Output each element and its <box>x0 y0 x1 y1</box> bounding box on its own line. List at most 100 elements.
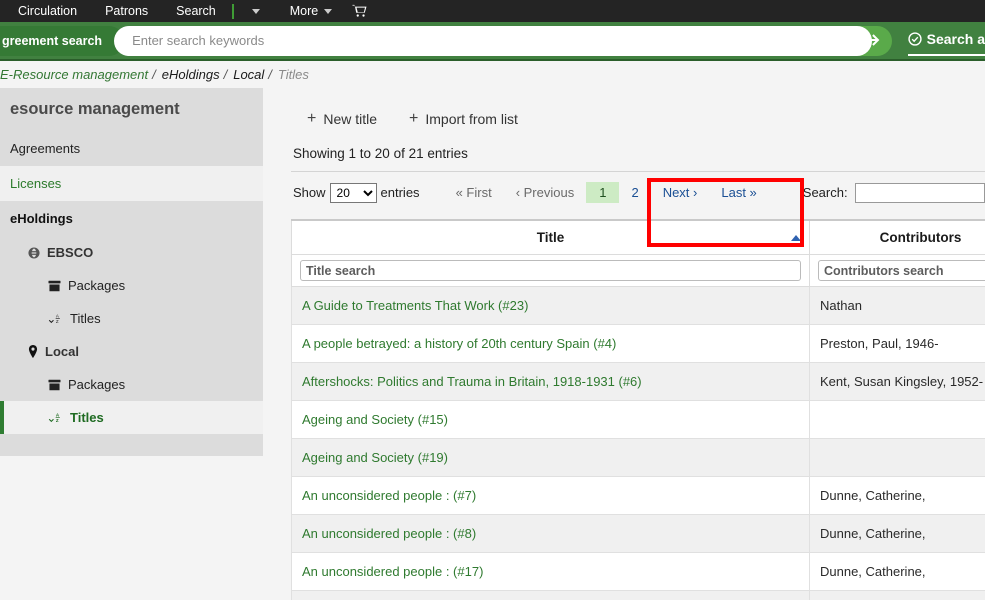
table-row[interactable]: A people betrayed: a history of 20th cen… <box>292 325 985 363</box>
table-row[interactable]: Ageing and Society (#15) <box>292 401 985 439</box>
sidebar-item-label: Packages <box>68 278 125 293</box>
title-link[interactable]: A Guide to Treatments That Work (#23) <box>302 298 528 313</box>
sidebar-item-ebsco-packages[interactable]: Packages <box>0 269 263 302</box>
title-link[interactable]: Ageing and Society (#15) <box>302 412 448 427</box>
sort-ascending-icon <box>791 235 801 241</box>
title-link[interactable]: A people betrayed: a history of 20th cen… <box>302 336 616 351</box>
titles-toolbar: + New title + Import from list <box>291 88 985 144</box>
sidebar-group-local-label: Local <box>45 344 79 359</box>
sidebar-section-top: esource management Agreements <box>0 88 263 166</box>
table-row[interactable]: An unconsidered people : (#20) Dunne, Ca… <box>292 591 985 600</box>
sidebar-section-licenses: Licenses <box>0 166 263 201</box>
breadcrumb-item-eholdings[interactable]: eHoldings <box>162 67 220 82</box>
table-row[interactable]: A Guide to Treatments That Work (#23) Na… <box>292 287 985 325</box>
filter-cell-contributors <box>810 255 985 287</box>
sidebar-item-label: Titles <box>70 410 104 425</box>
plus-icon: + <box>409 111 418 127</box>
page-next[interactable]: Next › <box>651 182 710 203</box>
datatable-search-input[interactable] <box>855 183 985 203</box>
import-from-list-label: Import from list <box>425 111 518 127</box>
sidebar-item-licenses[interactable]: Licenses <box>0 166 263 201</box>
title-link[interactable]: Ageing and Society (#19) <box>302 450 448 465</box>
svg-text:Z: Z <box>56 418 59 423</box>
nav-search[interactable]: Search <box>162 0 230 22</box>
sidebar-group-local[interactable]: Local <box>0 335 263 368</box>
table-row[interactable]: Aftershocks: Politics and Trauma in Brit… <box>292 363 985 401</box>
sidebar-item-label: Titles <box>70 311 101 326</box>
chevron-down-icon <box>252 9 260 14</box>
pagination: « First ‹ Previous 1 2 Next › Last » <box>444 182 769 203</box>
check-circle-icon <box>908 32 922 46</box>
page-1[interactable]: 1 <box>586 182 619 203</box>
column-header-title-label: Title <box>537 230 565 245</box>
sidebar-item-label: Packages <box>68 377 125 392</box>
column-header-title[interactable]: Title <box>292 220 810 255</box>
archive-box-icon <box>48 280 61 292</box>
sort-alpha-down-icon: A Z <box>48 312 63 325</box>
cell-contributors: Dunne, Catherine, <box>810 553 985 591</box>
cell-title: Aftershocks: Politics and Trauma in Brit… <box>292 363 810 401</box>
page-length-control: Show 2050100All entries <box>293 183 420 203</box>
sidebar: esource management Agreements Licenses e… <box>0 88 263 600</box>
filter-cell-title <box>292 255 810 287</box>
cell-contributors: Dunne, Catherine, <box>810 515 985 553</box>
table-filter-row <box>292 255 985 287</box>
cell-title: An unconsidered people : (#20) <box>292 591 810 600</box>
cell-contributors: Preston, Paul, 1946- <box>810 325 985 363</box>
import-from-list-button[interactable]: + Import from list <box>393 103 534 135</box>
sidebar-item-local-titles[interactable]: A Z Titles <box>0 401 263 434</box>
titles-table-body: A Guide to Treatments That Work (#23) Na… <box>292 287 985 600</box>
sidebar-item-local-packages[interactable]: Packages <box>0 368 263 401</box>
contributors-search-input[interactable] <box>818 260 985 281</box>
search-input-wrapper <box>114 26 872 56</box>
breadcrumb-item-local[interactable]: Local <box>233 67 264 82</box>
table-row[interactable]: Ageing and Society (#19) <box>292 439 985 477</box>
breadcrumb-separator: / <box>268 67 272 82</box>
page-previous[interactable]: ‹ Previous <box>504 182 587 203</box>
table-row[interactable]: An unconsidered people : (#7) Dunne, Cat… <box>292 477 985 515</box>
nav-more[interactable]: More <box>276 4 338 18</box>
nav-more-label: More <box>290 4 318 18</box>
title-link[interactable]: An unconsidered people : (#8) <box>302 526 476 541</box>
table-row[interactable]: An unconsidered people : (#8) Dunne, Cat… <box>292 515 985 553</box>
table-row[interactable]: An unconsidered people : (#17) Dunne, Ca… <box>292 553 985 591</box>
nav-dropdown-toggle[interactable] <box>236 9 276 14</box>
top-navigation-bar: Circulation Patrons Search More <box>0 0 985 22</box>
page-first[interactable]: « First <box>444 182 504 203</box>
main-layout: esource management Agreements Licenses e… <box>0 88 985 600</box>
search-input[interactable] <box>114 27 872 55</box>
search-scope-pill[interactable]: greement search <box>0 26 124 56</box>
nav-patrons[interactable]: Patrons <box>91 0 162 22</box>
entries-info: Showing 1 to 20 of 21 entries <box>291 144 985 171</box>
page-2[interactable]: 2 <box>619 182 650 203</box>
cell-contributors <box>810 439 985 477</box>
title-link[interactable]: An unconsidered people : (#7) <box>302 488 476 503</box>
title-search-input[interactable] <box>300 260 801 281</box>
title-link[interactable]: An unconsidered people : (#17) <box>302 564 483 579</box>
search-all-link[interactable]: Search a <box>908 26 985 56</box>
svg-text:Z: Z <box>56 319 59 324</box>
nav-circulation[interactable]: Circulation <box>4 0 91 22</box>
cart-icon[interactable] <box>338 4 381 18</box>
column-header-contributors[interactable]: Contributors <box>810 220 985 255</box>
page-length-select[interactable]: 2050100All <box>330 183 377 203</box>
title-link[interactable]: Aftershocks: Politics and Trauma in Brit… <box>302 374 642 389</box>
content-area: + New title + Import from list Showing 1… <box>263 88 985 600</box>
cell-title: A Guide to Treatments That Work (#23) <box>292 287 810 325</box>
cell-title: An unconsidered people : (#8) <box>292 515 810 553</box>
page-last[interactable]: Last » <box>709 182 768 203</box>
sidebar-group-ebsco[interactable]: EBSCO <box>0 236 263 269</box>
nav-divider <box>232 4 234 19</box>
sidebar-item-agreements[interactable]: Agreements <box>0 131 263 166</box>
sidebar-section-eholdings: eHoldings EBSCO Packages A Z <box>0 201 263 456</box>
new-title-button[interactable]: + New title <box>291 103 393 135</box>
datatable-controls: Show 2050100All entries « First ‹ Previo… <box>291 172 985 215</box>
svg-text:A: A <box>56 313 59 318</box>
sidebar-item-ebsco-titles[interactable]: A Z Titles <box>0 302 263 335</box>
breadcrumb-item-eresource-management[interactable]: E-Resource management <box>0 67 148 82</box>
svg-text:A: A <box>56 412 60 417</box>
sidebar-item-eholdings[interactable]: eHoldings <box>0 201 263 236</box>
titles-table-wrapper: Title Contributors <box>291 219 985 600</box>
global-search-bar: greement search Search a <box>0 22 985 61</box>
search-label: Search: <box>803 185 848 200</box>
